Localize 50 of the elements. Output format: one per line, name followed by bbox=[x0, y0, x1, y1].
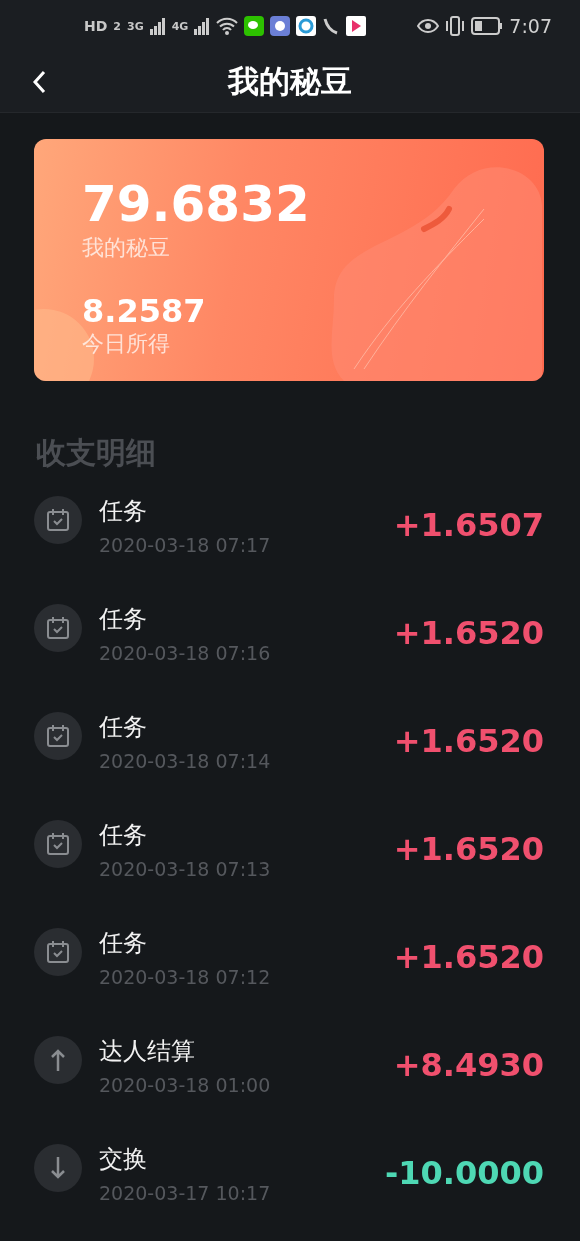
eye-icon bbox=[417, 18, 440, 34]
app-icon bbox=[270, 16, 291, 36]
calendar-icon bbox=[46, 616, 70, 640]
calendar-icon bbox=[46, 940, 70, 964]
clock-time: 7:07 bbox=[509, 15, 552, 37]
record-title: 任务 bbox=[99, 928, 148, 958]
app-icon bbox=[296, 16, 317, 36]
record-amount: +1.6520 bbox=[393, 722, 544, 760]
back-icon bbox=[32, 70, 46, 94]
today-label: 今日所得 bbox=[82, 330, 171, 358]
record-amount: +1.6520 bbox=[393, 614, 544, 652]
hd-indicator: HD bbox=[84, 18, 108, 34]
record-time: 2020-03-18 07:12 bbox=[99, 966, 272, 988]
record-time: 2020-03-18 07:16 bbox=[99, 642, 272, 664]
calendar-icon bbox=[46, 508, 70, 532]
arrow-up-icon bbox=[50, 1048, 66, 1072]
network-type: 4G bbox=[171, 19, 189, 33]
record-title: 任务 bbox=[99, 604, 148, 634]
record-time: 2020-03-18 01:00 bbox=[99, 1074, 272, 1096]
network-type: 3G bbox=[127, 19, 144, 33]
video-app-icon bbox=[346, 16, 367, 36]
record-time: 2020-03-18 07:14 bbox=[99, 750, 272, 772]
record-amount: -10.0000 bbox=[384, 1154, 544, 1192]
record-time: 2020-03-18 07:17 bbox=[99, 534, 272, 556]
wifi-icon bbox=[216, 17, 239, 35]
record-amount: +1.6520 bbox=[393, 830, 544, 868]
signal-icon bbox=[149, 17, 166, 35]
chat-app-icon bbox=[244, 16, 265, 36]
sim-number: 2 bbox=[113, 19, 121, 33]
page-title: 我的秘豆 bbox=[228, 62, 352, 101]
arrow-down-icon bbox=[50, 1156, 66, 1180]
record-time: 2020-03-18 07:13 bbox=[99, 858, 272, 880]
battery-icon bbox=[471, 17, 504, 35]
balance-label: 我的秘豆 bbox=[82, 234, 171, 262]
record-title: 任务 bbox=[99, 820, 148, 850]
today-amount: 8.2587 bbox=[82, 293, 207, 329]
vibrate-icon bbox=[445, 16, 466, 36]
calendar-icon bbox=[46, 832, 70, 856]
signal-icon bbox=[194, 17, 211, 35]
record-title: 达人结算 bbox=[99, 1036, 196, 1066]
record-title: 任务 bbox=[99, 496, 148, 526]
record-title: 任务 bbox=[99, 712, 148, 742]
balance-amount: 79.6832 bbox=[82, 175, 311, 233]
record-amount: +1.6507 bbox=[393, 506, 544, 544]
section-title: 收支明细 bbox=[36, 434, 157, 472]
record-amount: +1.6520 bbox=[393, 938, 544, 976]
record-title: 交换 bbox=[99, 1144, 148, 1174]
calendar-icon bbox=[46, 724, 70, 748]
record-amount: +8.4930 bbox=[393, 1046, 544, 1084]
record-time: 2020-03-17 10:17 bbox=[99, 1182, 272, 1204]
